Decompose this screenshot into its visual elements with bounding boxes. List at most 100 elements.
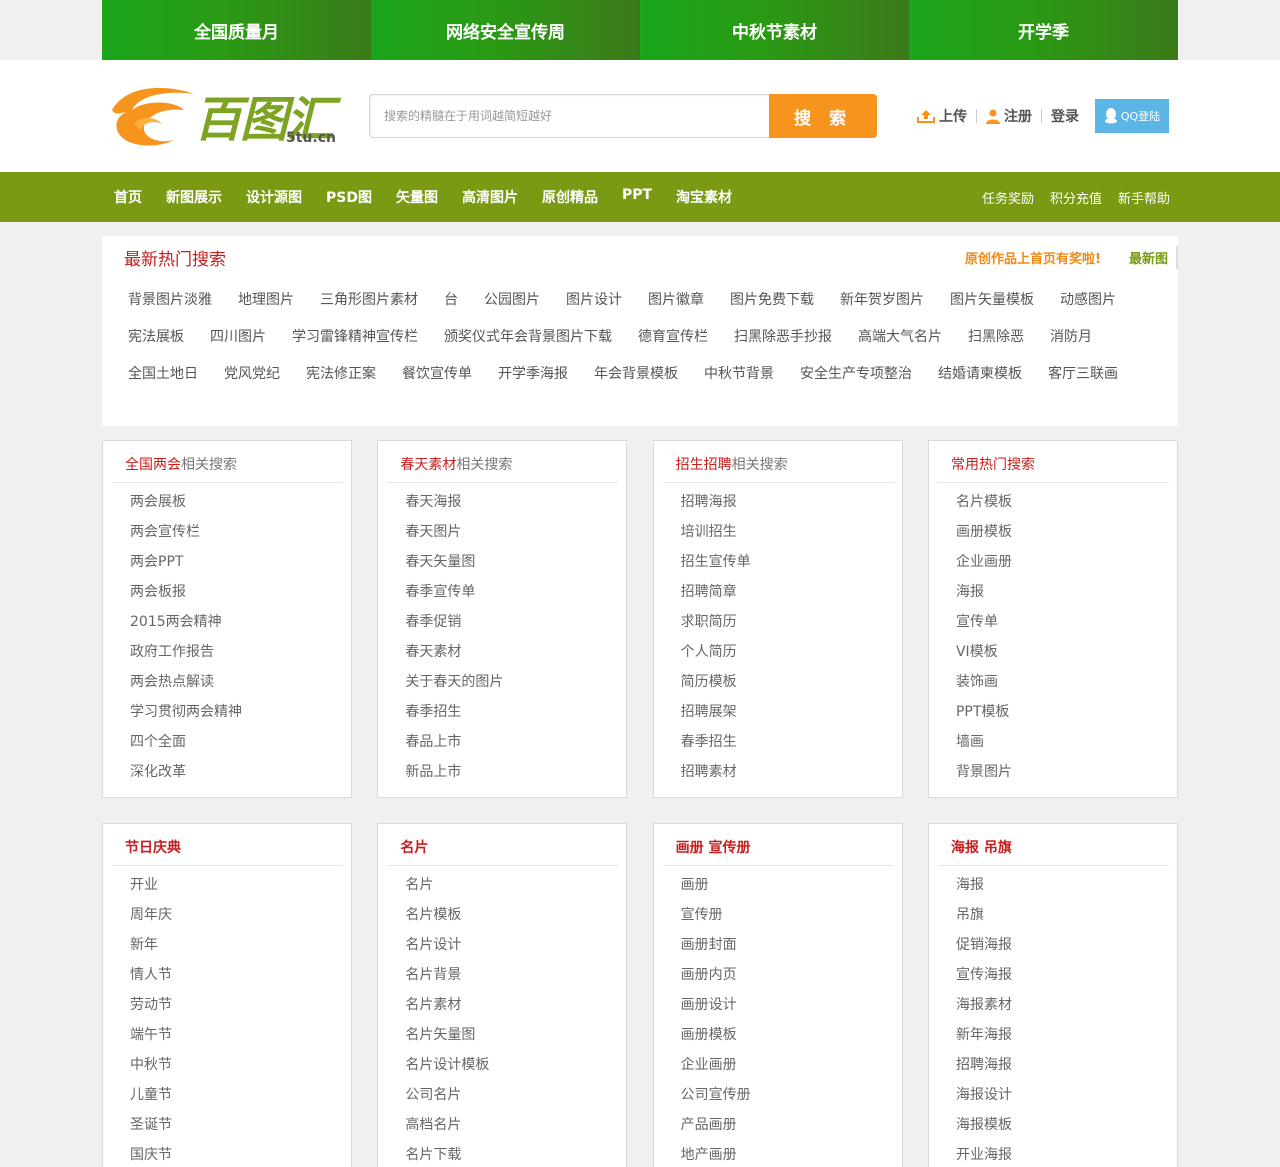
promo-mid-autumn[interactable]: 中秋节素材 [640, 0, 909, 60]
list-item[interactable]: 2015两会精神 [130, 607, 343, 637]
list-item[interactable]: 名片下载 [405, 1140, 618, 1167]
box-title-keyword[interactable]: 招生招聘 [676, 454, 732, 474]
list-item[interactable]: VI模板 [956, 637, 1169, 667]
list-item[interactable]: 招聘素材 [681, 757, 894, 787]
hot-search-tag[interactable]: 地理图片 [238, 282, 294, 319]
list-item[interactable]: 深化改革 [130, 757, 343, 787]
list-item[interactable]: 个人简历 [681, 637, 894, 667]
list-item[interactable]: 画册内页 [681, 960, 894, 990]
latest-images-link[interactable]: 最新图 [1129, 245, 1178, 269]
list-item[interactable]: 劳动节 [130, 990, 343, 1020]
list-item[interactable]: 圣诞节 [130, 1110, 343, 1140]
list-item[interactable]: 地产画册 [681, 1140, 894, 1167]
list-item[interactable]: 高档名片 [405, 1110, 618, 1140]
box-title-keyword[interactable]: 全国两会 [125, 454, 181, 474]
list-item[interactable]: 春季促销 [405, 607, 618, 637]
list-item[interactable]: 情人节 [130, 960, 343, 990]
list-item[interactable]: 两会宣传栏 [130, 517, 343, 547]
list-item[interactable]: 画册 [681, 870, 894, 900]
list-item[interactable]: 名片设计模板 [405, 1050, 618, 1080]
hot-search-tag[interactable]: 公园图片 [484, 282, 540, 319]
list-item[interactable]: 企业画册 [681, 1050, 894, 1080]
list-item[interactable]: 招生宣传单 [681, 547, 894, 577]
list-item[interactable]: 简历模板 [681, 667, 894, 697]
hot-search-tag[interactable]: 新年贺岁图片 [840, 282, 924, 319]
list-item[interactable]: 中秋节 [130, 1050, 343, 1080]
hot-search-tag[interactable]: 客厅三联画 [1048, 356, 1118, 393]
hot-search-tag[interactable]: 高端大气名片 [858, 319, 942, 356]
list-item[interactable]: 画册模板 [956, 517, 1169, 547]
list-item[interactable]: 两会展板 [130, 487, 343, 517]
hot-search-tag[interactable]: 结婚请柬模板 [938, 356, 1022, 393]
list-item[interactable]: 培训招生 [681, 517, 894, 547]
promo-back-to-school[interactable]: 开学季 [909, 0, 1178, 60]
list-item[interactable]: 海报 [956, 870, 1169, 900]
hot-search-tag[interactable]: 背景图片淡雅 [128, 282, 212, 319]
hot-search-tag[interactable]: 三角形图片素材 [320, 282, 418, 319]
list-item[interactable]: 宣传册 [681, 900, 894, 930]
nav-item-right[interactable]: 新手帮助 [1110, 188, 1178, 207]
nav-item[interactable]: 设计源图 [234, 187, 314, 207]
list-item[interactable]: 名片背景 [405, 960, 618, 990]
hot-search-tag[interactable]: 图片设计 [566, 282, 622, 319]
list-item[interactable]: 春品上市 [405, 727, 618, 757]
list-item[interactable]: 海报素材 [956, 990, 1169, 1020]
list-item[interactable]: 促销海报 [956, 930, 1169, 960]
list-item[interactable]: 春天图片 [405, 517, 618, 547]
list-item[interactable]: 招聘海报 [956, 1050, 1169, 1080]
nav-item-right[interactable]: 任务奖励 [974, 188, 1042, 207]
list-item[interactable]: 画册模板 [681, 1020, 894, 1050]
hot-search-tag[interactable]: 颁奖仪式年会背景图片下载 [444, 319, 612, 356]
list-item[interactable]: 招聘简章 [681, 577, 894, 607]
list-item[interactable]: 吊旗 [956, 900, 1169, 930]
list-item[interactable]: 招聘海报 [681, 487, 894, 517]
list-item[interactable]: 两会PPT [130, 547, 343, 577]
hot-search-tag[interactable]: 全国土地日 [128, 356, 198, 393]
hot-search-tag[interactable]: 图片免费下载 [730, 282, 814, 319]
list-item[interactable]: 墙画 [956, 727, 1169, 757]
award-link[interactable]: 原创作品上首页有奖啦! [965, 248, 1101, 267]
list-item[interactable]: 政府工作报告 [130, 637, 343, 667]
list-item[interactable]: 名片矢量图 [405, 1020, 618, 1050]
list-item[interactable]: 开业 [130, 870, 343, 900]
site-logo[interactable]: 百图汇 5tu.cn [102, 76, 347, 156]
nav-item[interactable]: 矢量图 [384, 187, 450, 207]
upload-link[interactable]: 上传 [917, 106, 967, 126]
nav-item[interactable]: 首页 [102, 187, 154, 207]
nav-item[interactable]: 淘宝素材 [664, 187, 744, 207]
nav-item-right[interactable]: 积分充值 [1042, 188, 1110, 207]
list-item[interactable]: 春季招生 [405, 697, 618, 727]
hot-search-tag[interactable]: 四川图片 [210, 319, 266, 356]
search-button[interactable]: 搜 索 [769, 94, 877, 138]
list-item[interactable]: 端午节 [130, 1020, 343, 1050]
nav-item[interactable]: 高清图片 [450, 187, 530, 207]
list-item[interactable]: 开业海报 [956, 1140, 1169, 1167]
list-item[interactable]: 春天矢量图 [405, 547, 618, 577]
list-item[interactable]: 海报 [956, 577, 1169, 607]
nav-item[interactable]: 新图展示 [154, 187, 234, 207]
list-item[interactable]: 画册设计 [681, 990, 894, 1020]
list-item[interactable]: 关于春天的图片 [405, 667, 618, 697]
list-item[interactable]: 名片素材 [405, 990, 618, 1020]
list-item[interactable]: 儿童节 [130, 1080, 343, 1110]
login-link[interactable]: 登录 [1051, 106, 1079, 126]
list-item[interactable]: 企业画册 [956, 547, 1169, 577]
hot-search-tag[interactable]: 扫黑除恶 [968, 319, 1024, 356]
box-title-keyword[interactable]: 名片 [400, 837, 428, 857]
hot-search-tag[interactable]: 图片矢量模板 [950, 282, 1034, 319]
list-item[interactable]: 画册封面 [681, 930, 894, 960]
list-item[interactable]: 招聘展架 [681, 697, 894, 727]
box-title-keyword[interactable]: 常用热门搜索 [951, 454, 1035, 474]
list-item[interactable]: 名片模板 [956, 487, 1169, 517]
list-item[interactable]: 名片模板 [405, 900, 618, 930]
list-item[interactable]: 新年海报 [956, 1020, 1169, 1050]
list-item[interactable]: 宣传海报 [956, 960, 1169, 990]
list-item[interactable]: 求职简历 [681, 607, 894, 637]
list-item[interactable]: 春季宣传单 [405, 577, 618, 607]
hot-search-tag[interactable]: 学习雷锋精神宣传栏 [292, 319, 418, 356]
list-item[interactable]: PPT模板 [956, 697, 1169, 727]
list-item[interactable]: 周年庆 [130, 900, 343, 930]
box-title-keyword[interactable]: 海报 吊旗 [951, 837, 1012, 857]
promo-cyber-security-week[interactable]: 网络安全宣传周 [371, 0, 640, 60]
list-item[interactable]: 新年 [130, 930, 343, 960]
